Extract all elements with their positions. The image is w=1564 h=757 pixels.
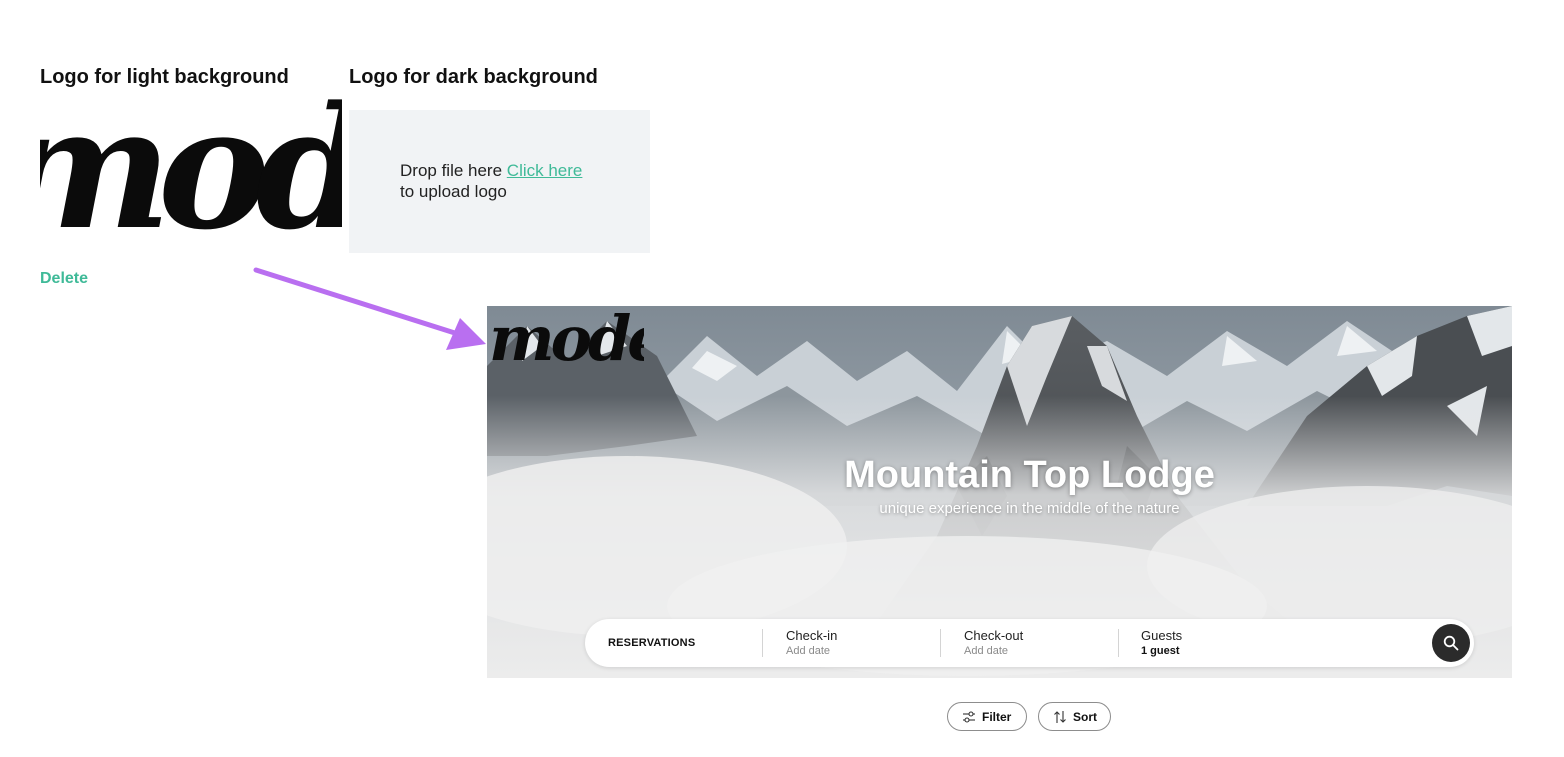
divider [1118, 629, 1119, 657]
annotation-arrow [253, 267, 486, 350]
light-logo-preview: moder [40, 92, 342, 262]
reservations-label: RESERVATIONS [608, 637, 696, 649]
hero-logo-text: moder [489, 306, 644, 375]
hero-title: Mountain Top Lodge [844, 454, 1215, 496]
checkout-field[interactable]: Check-out Add date [964, 628, 1114, 658]
hero-preview: moder Mountain Top Lodge unique experien… [487, 306, 1512, 678]
guests-label: Guests [1141, 628, 1183, 643]
sort-label: Sort [1073, 709, 1097, 724]
filter-label: Filter [982, 709, 1012, 724]
dark-logo-dropzone[interactable]: Drop file here Click here to upload logo [349, 110, 650, 253]
search-button[interactable] [1432, 624, 1470, 662]
light-logo-image: moder [40, 92, 342, 262]
light-logo-title: Logo for light background [40, 66, 289, 88]
hero-logo[interactable]: moder [489, 306, 644, 376]
sort-arrows-icon [1054, 710, 1066, 723]
checkout-label: Check-out [964, 628, 1024, 643]
drop-file-text: Drop file here [400, 161, 503, 180]
sort-button[interactable]: Sort [1038, 702, 1111, 731]
dropzone-instructions: Drop file here Click here to upload logo [400, 160, 630, 202]
filter-button[interactable]: Filter [947, 702, 1027, 731]
dark-logo-title: Logo for dark background [349, 66, 598, 88]
divider [762, 629, 763, 657]
search-icon [1443, 635, 1459, 651]
checkin-field[interactable]: Check-in Add date [786, 628, 936, 658]
reservation-bar: RESERVATIONS Check-in Add date Check-out… [585, 619, 1474, 667]
delete-logo-link[interactable]: Delete [40, 270, 88, 288]
checkin-label: Check-in [786, 628, 838, 643]
guests-field[interactable]: Guests 1 guest [1141, 628, 1291, 658]
checkout-value: Add date [964, 645, 1009, 657]
upload-click-here-link[interactable]: Click here [507, 161, 583, 180]
upload-logo-text: to upload logo [400, 182, 507, 201]
checkin-value: Add date [786, 645, 831, 657]
sliders-icon [963, 710, 975, 723]
guests-value: 1 guest [1141, 645, 1180, 657]
divider [940, 629, 941, 657]
hero-subtitle: unique experience in the middle of the n… [879, 500, 1180, 517]
